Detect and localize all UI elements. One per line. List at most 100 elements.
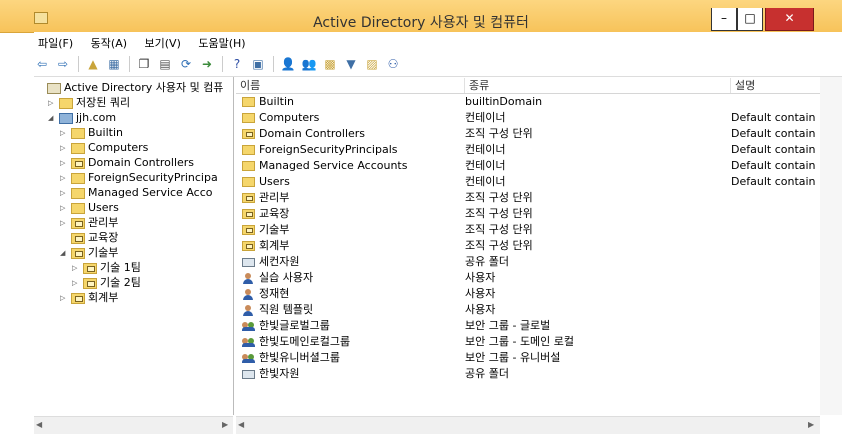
table-row[interactable]: 세컨자원 공유 폴더 [236, 254, 820, 270]
table-row[interactable]: ForeignSecurityPrincipals 컨테이너 Default con… [236, 142, 820, 158]
copy-icon[interactable]: ❐ [136, 56, 152, 72]
expand-icon[interactable]: ▷ [72, 261, 82, 276]
tree-item[interactable]: ◢ 기술부 [60, 245, 118, 260]
folder-icon [242, 177, 255, 187]
object-list[interactable]: 이름 종류 설명 Builtin builtinDomain Computers 컨테… [236, 77, 820, 415]
tree-item[interactable]: ▷ Domain Controllers [60, 155, 194, 170]
properties-icon[interactable]: ▤ [157, 56, 173, 72]
tree-item[interactable]: ▷ Builtin [60, 125, 123, 140]
console-icon[interactable]: ▣ [250, 56, 266, 72]
scroll-left-icon[interactable]: ◀ [36, 420, 42, 429]
table-row[interactable]: 한빛자원 공유 폴더 [236, 366, 820, 382]
tree-item[interactable]: ▷ ForeignSecurityPrincipa [60, 170, 218, 185]
minimize-button[interactable]: – [711, 8, 737, 31]
add-to-group-icon[interactable]: ▨ [364, 56, 380, 72]
tree-item[interactable]: ▷ 저장된 쿼리 [48, 95, 130, 110]
maximize-button[interactable]: □ [737, 8, 763, 31]
menu-file[interactable]: 파일(F) [34, 32, 77, 51]
tree-item[interactable]: 교육장 [60, 230, 118, 245]
scroll-right-icon[interactable]: ▶ [222, 420, 228, 429]
delegate-icon[interactable]: ⚇ [385, 56, 401, 72]
tree-item[interactable]: ▷ 회계부 [60, 290, 118, 305]
tree-item[interactable]: ▷ Users [60, 200, 119, 215]
table-row[interactable]: 회계부 조직 구성 단위 [236, 238, 820, 254]
tree-item[interactable]: ▷ Managed Service Acco [60, 185, 212, 200]
column-header-name[interactable]: 이름 [236, 78, 465, 93]
cell-name: 기술부 [242, 222, 460, 238]
scroll-right-icon[interactable]: ▶ [808, 420, 814, 429]
expand-icon[interactable]: ▷ [60, 156, 70, 171]
export-icon[interactable]: ➜ [199, 56, 215, 72]
close-button[interactable]: ✕ [765, 8, 814, 31]
new-user-icon[interactable]: 👤 [280, 56, 296, 72]
table-row[interactable]: Users 컨테이너 Default contain [236, 174, 820, 190]
list-vertical-scrollbar[interactable] [820, 77, 842, 415]
row-name: 한빛도메인로컬그룹 [259, 335, 351, 348]
expand-icon[interactable]: ▷ [60, 126, 70, 141]
collapse-icon[interactable]: ◢ [60, 246, 70, 261]
table-row[interactable]: 한빛글로벌그룹 보안 그룹 - 글로벌 [236, 318, 820, 334]
menu-bar: 파일(F) 동작(A) 보기(V) 도움말(H) [34, 32, 842, 52]
title-bar[interactable]: Active Directory 사용자 및 컴퓨터 – □ ✕ [0, 0, 842, 33]
table-row[interactable]: 실습 사용자 사용자 [236, 270, 820, 286]
menu-action[interactable]: 동작(A) [87, 32, 131, 51]
ou-folder-icon [242, 241, 255, 251]
column-header-description[interactable]: 설명 [731, 78, 820, 93]
table-row[interactable]: Domain Controllers 조직 구성 단위 Default contai… [236, 126, 820, 142]
ad-console-icon [47, 82, 61, 94]
show-pane-icon[interactable]: ▦ [106, 56, 122, 72]
table-row[interactable]: 한빛유니버셜그룹 보안 그룹 - 유니버설 [236, 350, 820, 366]
menu-help[interactable]: 도움말(H) [194, 32, 249, 51]
scroll-left-icon[interactable]: ◀ [238, 420, 244, 429]
list-horizontal-scrollbar[interactable]: ◀ ▶ [236, 416, 820, 434]
column-header-type[interactable]: 종류 [465, 78, 731, 93]
expand-icon[interactable]: ▷ [60, 201, 70, 216]
user-icon [242, 289, 255, 300]
tree-item[interactable]: ▷ 기술 2팀 [72, 275, 141, 290]
table-row[interactable]: 한빛도메인로컬그룹 보안 그룹 - 도메인 로컬 [236, 334, 820, 350]
tree-item-label: Active Directory 사용자 및 컴퓨 [64, 81, 224, 94]
new-ou-icon[interactable]: ▩ [322, 56, 338, 72]
table-row[interactable]: 정재현 사용자 [236, 286, 820, 302]
expand-icon[interactable]: ▷ [60, 186, 70, 201]
cell-type: 조직 구성 단위 [465, 239, 533, 252]
menu-view[interactable]: 보기(V) [141, 32, 185, 51]
expand-icon[interactable]: ▷ [60, 291, 70, 306]
forward-arrow-icon[interactable]: ⇨ [55, 56, 71, 72]
table-row[interactable]: Managed Service Accounts 컨테이너 Default cont… [236, 158, 820, 174]
app-window: Active Directory 사용자 및 컴퓨터 – □ ✕ 파일(F) 동… [0, 0, 842, 434]
expand-icon[interactable]: ▷ [60, 141, 70, 156]
table-row[interactable]: 교육장 조직 구성 단위 [236, 206, 820, 222]
tree-item[interactable]: ▷ 관리부 [60, 215, 118, 230]
tree-item[interactable]: ▷ Computers [60, 140, 148, 155]
help-icon[interactable]: ? [229, 56, 245, 72]
expand-icon[interactable]: ▷ [72, 276, 82, 291]
navigation-tree[interactable]: Active Directory 사용자 및 컴퓨 ▷ 저장된 쿼리 ◢ jjh.com… [34, 77, 234, 415]
new-group-icon[interactable]: 👥 [301, 56, 317, 72]
collapse-icon[interactable]: ◢ [48, 111, 58, 126]
up-folder-icon[interactable]: ▲ [85, 56, 101, 72]
tree-item[interactable]: Active Directory 사용자 및 컴퓨 [36, 80, 223, 95]
table-row[interactable]: Builtin builtinDomain [236, 94, 820, 110]
tree-horizontal-scrollbar[interactable]: ◀ ▶ [34, 416, 233, 434]
row-name: Users [259, 175, 290, 188]
row-name: 한빛자원 [259, 367, 300, 380]
table-row[interactable]: Computers 컨테이너 Default contain [236, 110, 820, 126]
ou-folder-icon [71, 157, 85, 169]
refresh-icon[interactable]: ⟳ [178, 56, 194, 72]
expand-icon[interactable]: ▷ [60, 171, 70, 186]
tree-item[interactable]: ▷ 기술 1팀 [72, 260, 141, 275]
ou-folder-icon [83, 262, 97, 274]
tree-item-label: 관리부 [88, 216, 119, 229]
expand-icon[interactable]: ▷ [60, 216, 70, 231]
cell-type: 사용자 [465, 287, 496, 300]
cell-name: 세컨자원 [242, 254, 460, 270]
ou-folder-icon [71, 247, 85, 259]
tree-item[interactable]: ◢ jjh.com [48, 110, 116, 125]
table-row[interactable]: 기술부 조직 구성 단위 [236, 222, 820, 238]
table-row[interactable]: 직원 템플릿 사용자 [236, 302, 820, 318]
expand-icon[interactable]: ▷ [48, 96, 58, 111]
filter-icon[interactable]: ▼ [343, 56, 359, 72]
back-arrow-icon[interactable]: ⇦ [34, 56, 50, 72]
table-row[interactable]: 관리부 조직 구성 단위 [236, 190, 820, 206]
